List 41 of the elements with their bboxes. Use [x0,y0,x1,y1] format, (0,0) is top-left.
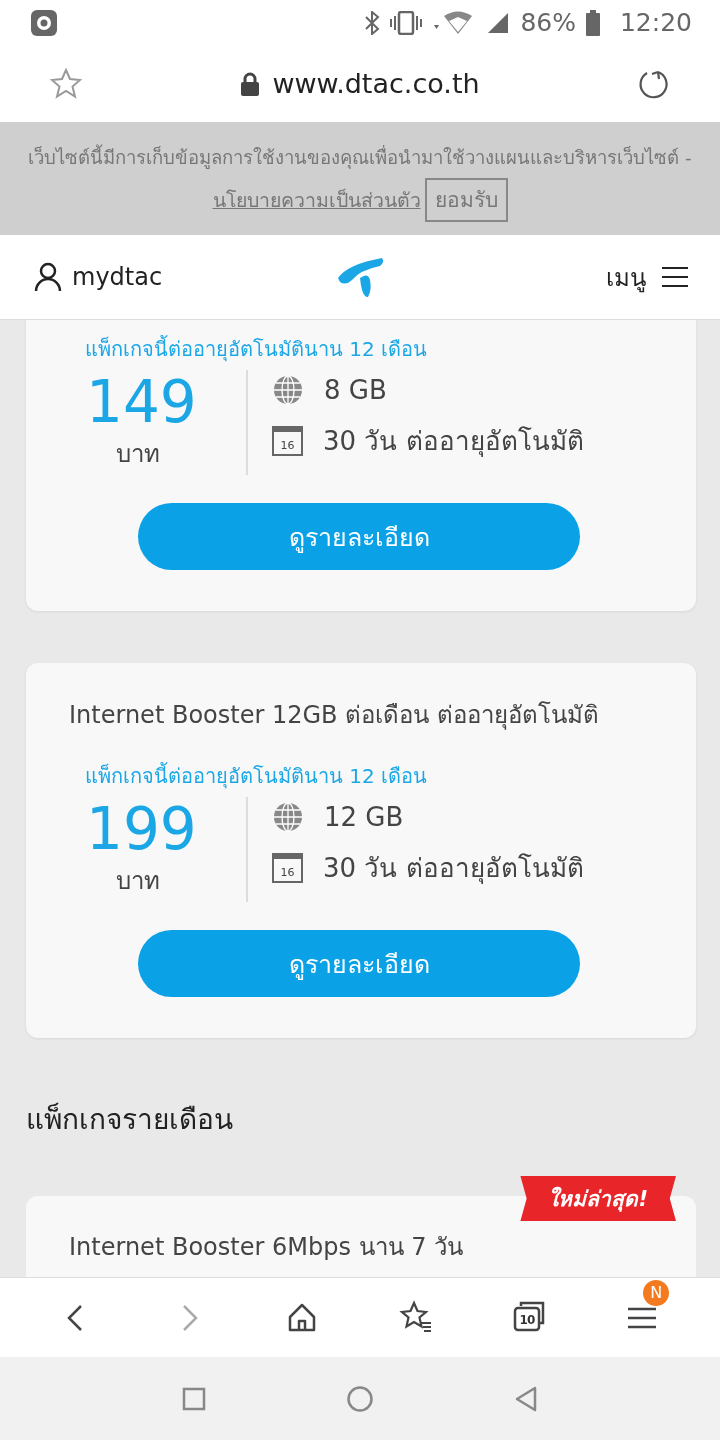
price: 199 [86,797,197,861]
privacy-policy-link[interactable]: นโยบายความเป็นส่วนตัว [212,189,421,212]
tab-count: 10 [518,1312,536,1327]
menu-icon[interactable] [662,266,688,288]
new-badge: ใหม่ล่าสุด! [520,1176,676,1221]
feature-text: 12 GB [324,802,404,832]
renewal-note: แพ็กเกจนี้ต่ออายุอัตโนมัตินาน 12 เดือน [84,334,429,364]
section-heading: แพ็กเกจรายเดือน [26,1101,234,1138]
cookie-notice: เว็บไซต์นี้มีการเก็บข้อมูลการใช้งานของคุณเพื่อนำมาใช้วางแผนและบริหารเว็บไซต์ - [8,138,712,178]
package-title: Internet Booster 6Mbps นาน 7 วัน [68,1232,464,1263]
battery-percent: 86% [520,8,576,37]
package-title: Internet Booster 12GB ต่อเดือน ต่ออายุอัตโนมัติ [68,700,599,732]
details-button[interactable]: ดูรายละเอียด [138,930,580,997]
feature-text: 8 GB [324,375,387,405]
logo-icon[interactable] [336,256,386,298]
details-button[interactable]: ดูรายละเอียด [138,503,580,570]
notification-badge: N [643,1279,670,1306]
globe-icon [272,374,304,406]
menu-label[interactable]: เมนู [606,257,646,297]
calendar-icon: 16 [272,425,303,456]
vibrate-icon [390,10,423,35]
clock: 12:20 [619,8,692,37]
calendar-icon: 16 [272,852,303,883]
feature-text: 30 วัน ต่ออายุอัตโนมัติ [323,425,584,459]
price-unit: บาท [116,439,160,470]
renewal-note: แพ็กเกจนี้ต่ออายุอัตโนมัตินาน 12 เดือน [84,761,429,791]
accept-button[interactable]: ยอมรับ [424,178,508,222]
account-link[interactable]: mydtac [72,263,163,291]
price: 149 [86,370,197,434]
home-button-icon[interactable] [346,1384,374,1413]
screen-record-icon [30,8,58,37]
url-text[interactable]: www.dtac.co.th [272,68,480,99]
battery-icon [585,9,600,36]
bluetooth-icon [364,10,381,35]
user-icon[interactable] [34,262,62,292]
back-button-icon[interactable] [514,1385,538,1412]
feature-text: 30 วัน ต่ออายุอัตโนมัติ [323,852,584,886]
price-unit: บาท [116,866,160,897]
globe-icon [272,801,304,833]
bookmark-star-icon[interactable] [50,67,82,100]
recents-icon[interactable] [182,1386,206,1411]
